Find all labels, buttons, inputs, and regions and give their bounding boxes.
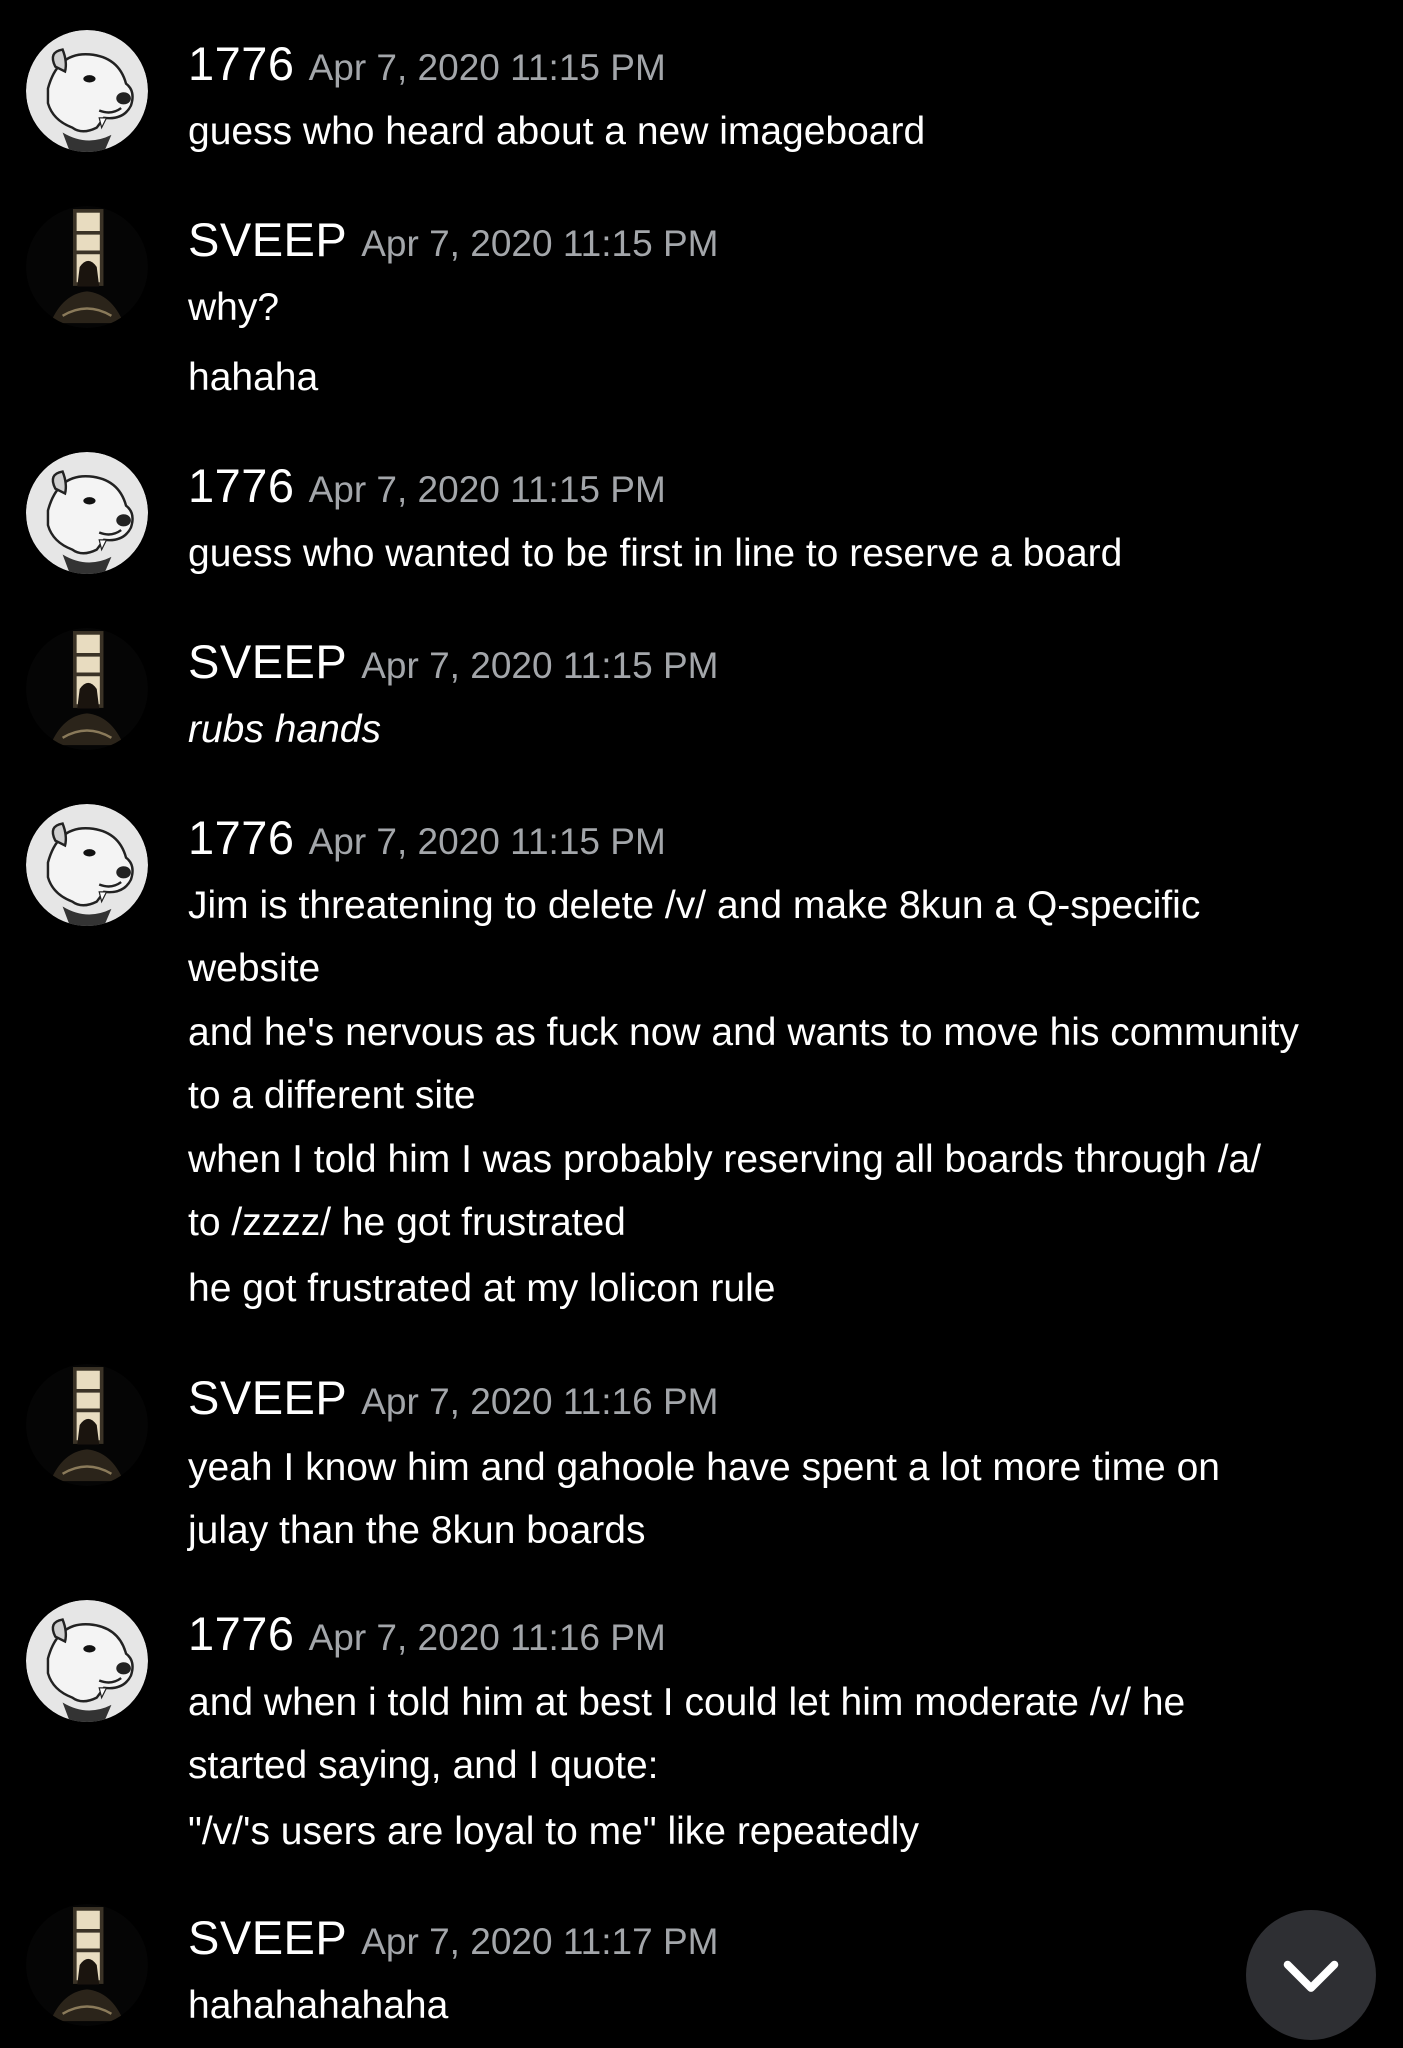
dark-doorway-figure-avatar-icon	[26, 1364, 148, 1486]
avatar-sveep[interactable]	[26, 206, 148, 328]
message-text: and he's nervous as fuck now and wants t…	[188, 1011, 1299, 1054]
dog-cartoon-avatar-icon	[26, 452, 148, 574]
message-text: started saying, and I quote:	[188, 1744, 659, 1787]
message-text: yeah I know him and gahoole have spent a…	[188, 1446, 1220, 1489]
dog-cartoon-avatar-icon	[26, 30, 148, 152]
message-text: to a different site	[188, 1074, 476, 1117]
message-header: SVEEP Apr 7, 2020 11:15 PM	[188, 634, 718, 689]
message-text: he got frustrated at my lolicon rule	[188, 1267, 776, 1310]
avatar-1776[interactable]	[26, 30, 148, 152]
username[interactable]: 1776	[188, 1607, 295, 1660]
message-text: guess who wanted to be first in line to …	[188, 532, 1123, 575]
message-header: SVEEP Apr 7, 2020 11:15 PM	[188, 212, 718, 267]
timestamp: Apr 7, 2020 11:17 PM	[361, 1921, 719, 1962]
message-text: rubs hands	[188, 708, 381, 751]
timestamp: Apr 7, 2020 11:16 PM	[308, 1617, 666, 1658]
dark-doorway-figure-avatar-icon	[26, 628, 148, 750]
chevron-down-icon	[1283, 1960, 1339, 1992]
message-text: hahaha	[188, 356, 319, 399]
timestamp: Apr 7, 2020 11:15 PM	[308, 469, 666, 510]
username[interactable]: SVEEP	[188, 213, 347, 266]
message-text: hahahahahaha	[188, 1984, 449, 2027]
username[interactable]: SVEEP	[188, 635, 347, 688]
username[interactable]: 1776	[188, 459, 295, 512]
dark-doorway-figure-avatar-icon	[26, 206, 148, 328]
message-text: julay than the 8kun boards	[188, 1509, 646, 1552]
avatar-sveep[interactable]	[26, 628, 148, 750]
timestamp: Apr 7, 2020 11:15 PM	[361, 645, 719, 686]
message-text: and when i told him at best I could let …	[188, 1681, 1186, 1724]
message-text: "/v/'s users are loyal to me" like repea…	[188, 1810, 919, 1853]
avatar-1776[interactable]	[26, 1600, 148, 1722]
message-header: 1776 Apr 7, 2020 11:16 PM	[188, 1606, 666, 1661]
avatar-1776[interactable]	[26, 804, 148, 926]
message-text: when I told him I was probably reserving…	[188, 1138, 1262, 1181]
dark-doorway-figure-avatar-icon	[26, 1904, 148, 2026]
message-text: guess who heard about a new imageboard	[188, 110, 926, 153]
message-header: SVEEP Apr 7, 2020 11:16 PM	[188, 1370, 718, 1425]
timestamp: Apr 7, 2020 11:15 PM	[361, 223, 719, 264]
message-header: 1776 Apr 7, 2020 11:15 PM	[188, 458, 666, 513]
message-text: why?	[188, 286, 280, 329]
timestamp: Apr 7, 2020 11:15 PM	[308, 47, 666, 88]
message-text: to /zzzz/ he got frustrated	[188, 1201, 626, 1244]
message-text: website	[188, 947, 321, 990]
username[interactable]: 1776	[188, 811, 295, 864]
message-header: SVEEP Apr 7, 2020 11:17 PM	[188, 1910, 718, 1965]
avatar-sveep[interactable]	[26, 1904, 148, 2026]
message-text: Jim is threatening to delete /v/ and mak…	[188, 884, 1201, 927]
username[interactable]: 1776	[188, 37, 295, 90]
timestamp: Apr 7, 2020 11:15 PM	[308, 821, 666, 862]
username[interactable]: SVEEP	[188, 1371, 347, 1424]
message-header: 1776 Apr 7, 2020 11:15 PM	[188, 810, 666, 865]
avatar-sveep[interactable]	[26, 1364, 148, 1486]
username[interactable]: SVEEP	[188, 1911, 347, 1964]
avatar-1776[interactable]	[26, 452, 148, 574]
dog-cartoon-avatar-icon	[26, 1600, 148, 1722]
jump-to-bottom-button[interactable]	[1246, 1910, 1376, 2040]
dog-cartoon-avatar-icon	[26, 804, 148, 926]
message-header: 1776 Apr 7, 2020 11:15 PM	[188, 36, 666, 91]
timestamp: Apr 7, 2020 11:16 PM	[361, 1381, 719, 1422]
